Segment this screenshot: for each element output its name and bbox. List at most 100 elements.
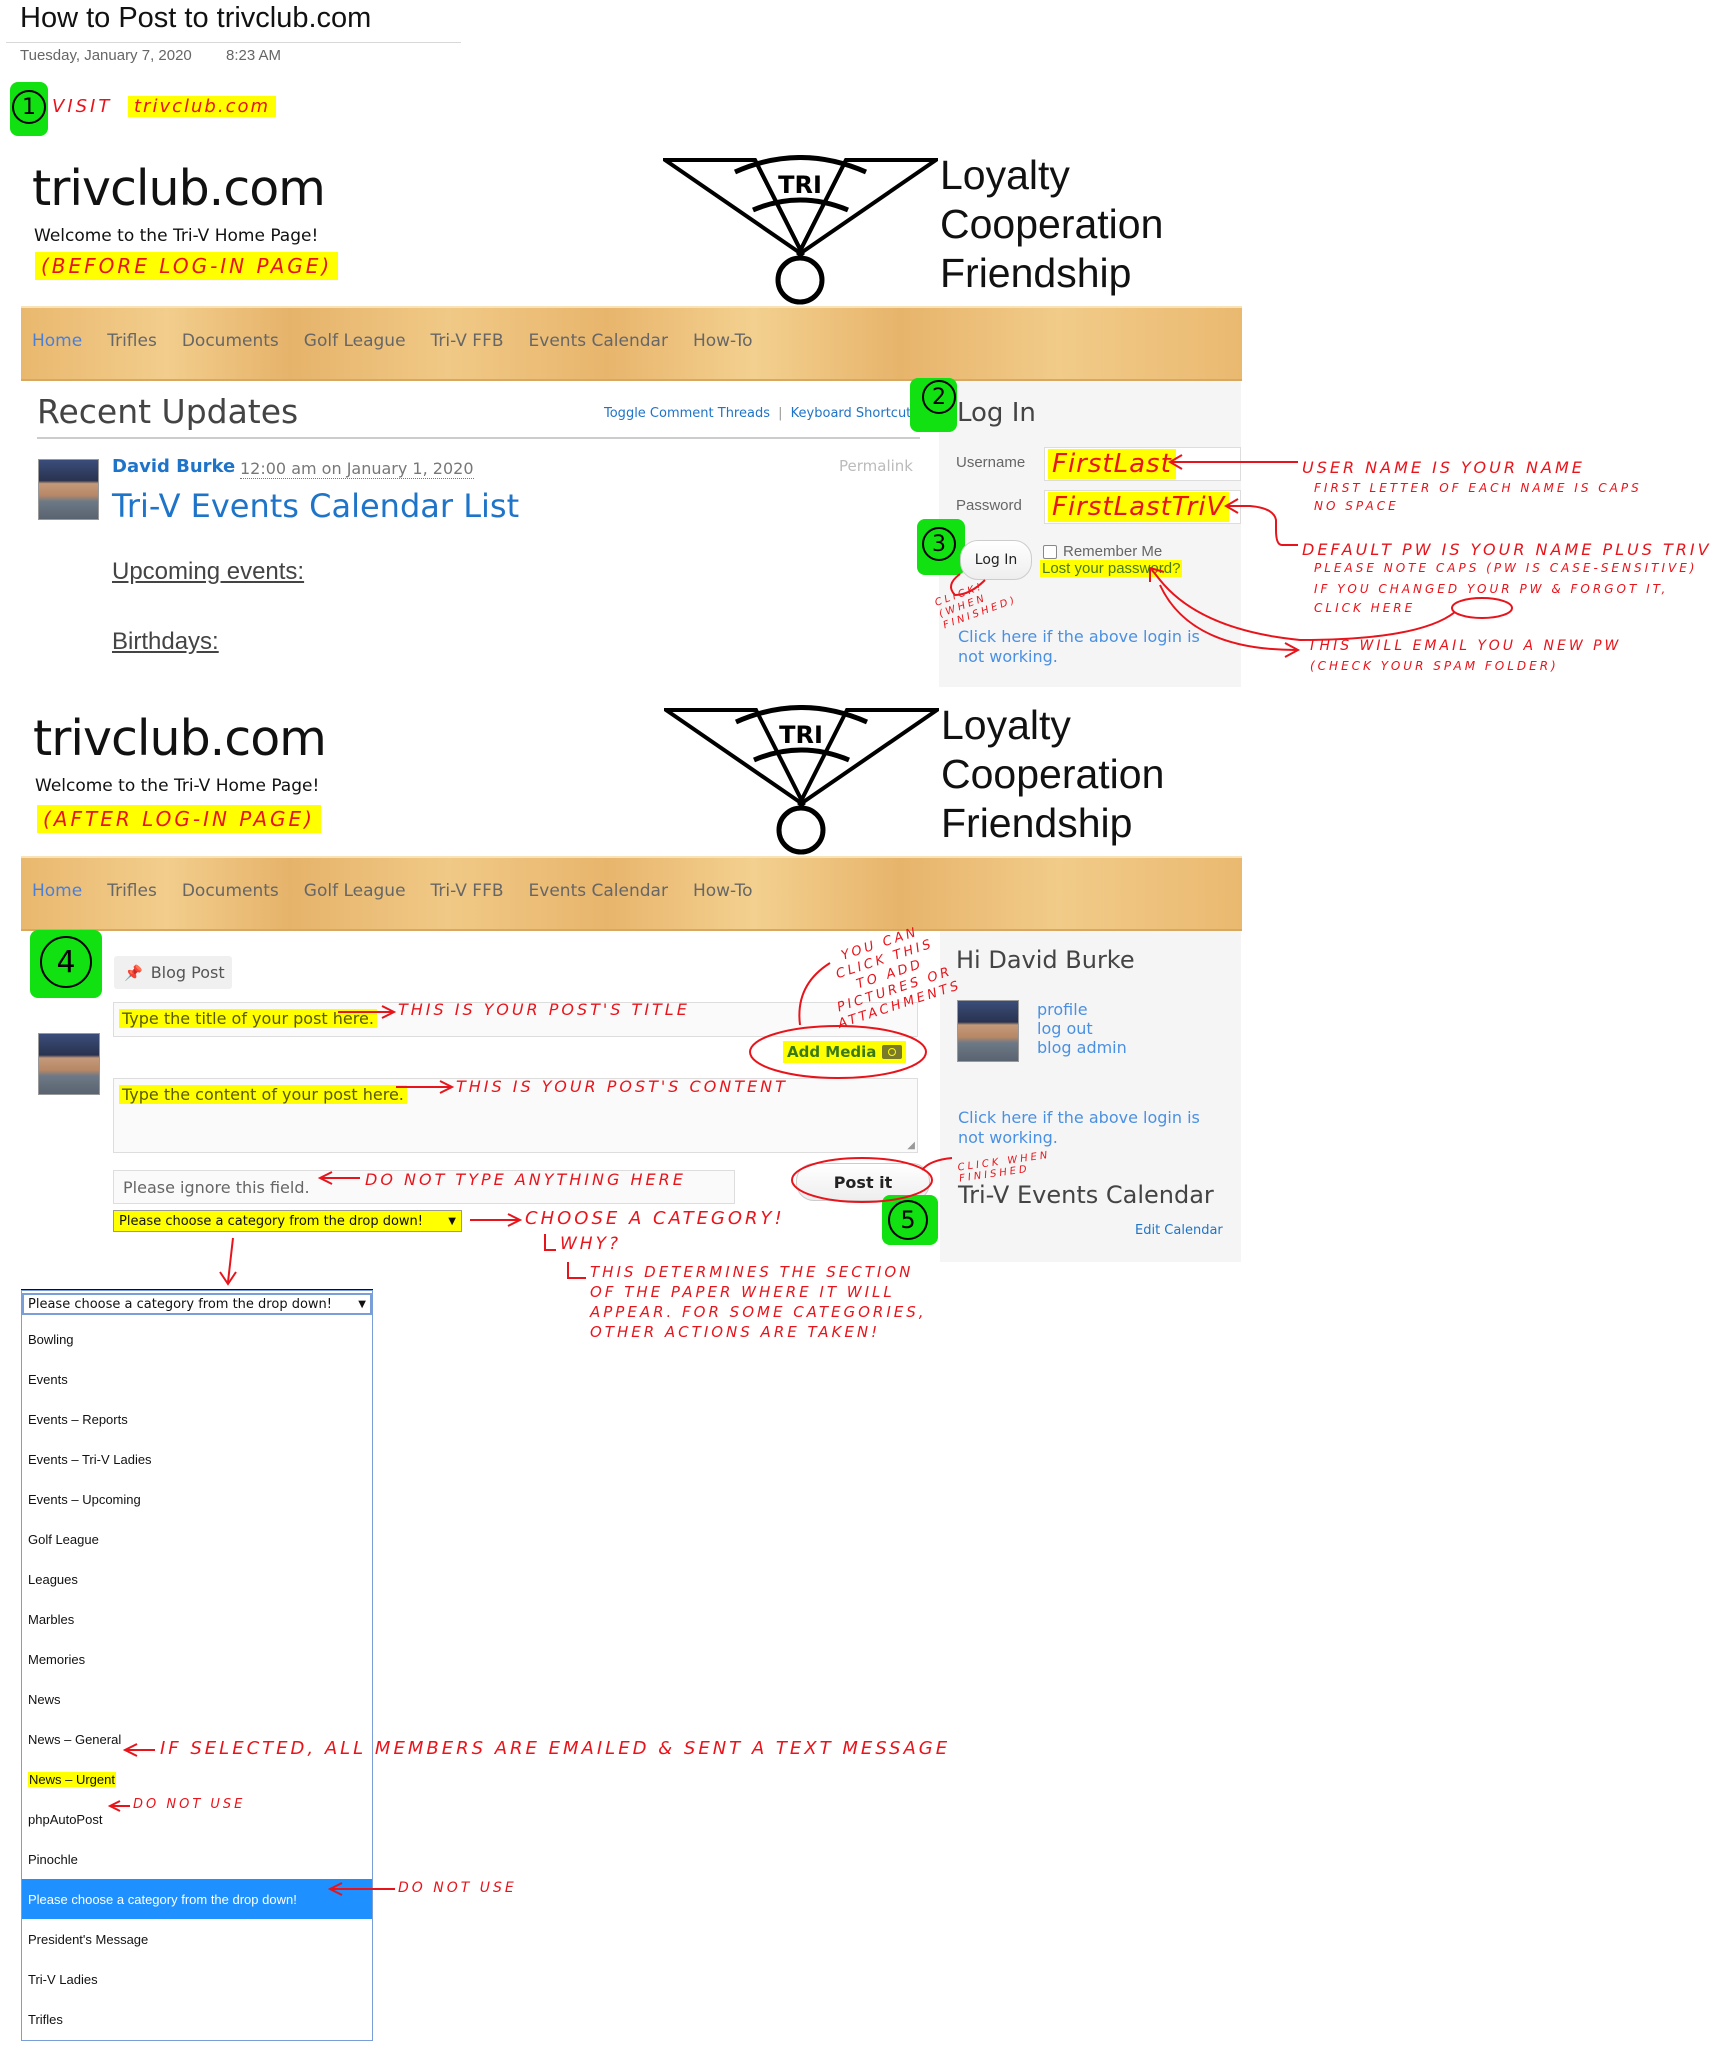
category-option[interactable]: Marbles [22,1599,372,1639]
motto-list-after: Loyalty Cooperation Friendship [941,701,1164,848]
pushpin-icon: 📌 [124,963,143,982]
camera-icon [882,1045,903,1059]
category-option-label: Memories [28,1651,86,1667]
nav-events-calendar[interactable]: Events Calendar [529,331,668,351]
category-option[interactable]: Pinochle [22,1839,372,1879]
category-option[interactable]: Events – Upcoming [22,1479,372,1519]
post-timestamp[interactable]: 12:00 am on January 1, 2020 [240,459,474,479]
nav-items: Home Trifles Documents Golf League Tri-V… [32,881,778,901]
post-author[interactable]: David Burke [112,456,235,477]
tri-v-logo: TRI [664,705,939,855]
username-value: FirstLast [1048,449,1176,479]
motto-cooperation: Cooperation [941,751,1165,797]
category-option[interactable]: Trifles [22,1999,372,2039]
recent-updates-heading: Recent Updates [37,392,299,431]
category-annotation: Choose a category! [525,1208,785,1229]
category-dropdown-header[interactable]: Please choose a category from the drop d… [22,1293,372,1315]
nav-how-to[interactable]: How-To [693,881,753,901]
after-login-label: (After Log-In Page) [37,805,321,833]
category-option-label: Trifles [28,2011,63,2027]
login-help-link-after[interactable]: Click here if the above login is not wor… [958,1108,1228,1148]
recent-updates-divider [37,437,920,439]
post-title[interactable]: Tri-V Events Calendar List [112,487,519,525]
nav-tri-v-ffb[interactable]: Tri-V FFB [431,881,504,901]
before-login-label: (Before Log-In Page) [35,252,339,280]
autopost-annotation: Do not use [133,1797,246,1812]
remember-me-checkbox[interactable] [1043,544,1057,559]
username-annotation-space: No space [1314,499,1399,513]
category-option[interactable]: Events – Reports [22,1399,372,1439]
edit-calendar-link[interactable]: Edit Calendar [1135,1223,1223,1238]
resize-handle-icon[interactable]: ◢ [907,1140,915,1151]
category-dropdown-list[interactable]: Please choose a category from the drop d… [21,1290,373,2041]
nav-home[interactable]: Home [32,331,82,351]
category-option-label: Bowling [28,1331,74,1347]
category-option[interactable]: President's Message [22,1919,372,1959]
dropdown-arrow-icon: ▼ [358,1298,366,1310]
category-option[interactable]: News [22,1679,372,1719]
remember-me[interactable]: Remember Me [1043,543,1162,560]
nav-documents[interactable]: Documents [182,331,279,351]
category-option[interactable]: News – Urgent [22,1759,372,1799]
category-option[interactable]: Bowling [22,1319,372,1359]
category-select[interactable]: Please choose a category from the drop d… [113,1210,462,1232]
category-option[interactable]: Leagues [22,1559,372,1599]
login-help-link[interactable]: Click here if the above login is not wor… [958,627,1228,667]
category-option[interactable]: Please choose a category from the drop d… [22,1879,372,1919]
category-option[interactable]: Golf League [22,1519,372,1559]
add-media-button[interactable]: Add Media [783,1041,907,1063]
motto-list: Loyalty Cooperation Friendship [940,151,1163,298]
password-input[interactable]: FirstLastTriV [1044,490,1241,524]
blog-post-tab-label: Blog Post [150,963,225,982]
note-date: Tuesday, January 7, 2020 [20,47,192,64]
reset-arrowhead [1284,642,1301,658]
keyboard-shortcuts-link[interactable]: Keyboard Shortcuts [791,406,918,421]
username-input[interactable]: FirstLast [1044,447,1241,481]
category-option[interactable]: Events [22,1359,372,1399]
category-option[interactable]: Events – Tri-V Ladies [22,1439,372,1479]
logout-link[interactable]: log out [1037,1019,1127,1038]
author-avatar[interactable] [38,459,99,520]
motto-loyalty: Loyalty [941,702,1071,748]
password-annotation-caps: Please note caps (PW is case-sensitive) [1314,561,1698,575]
password-label: Password [956,497,1022,514]
profile-link[interactable]: profile [1037,1000,1127,1019]
lost-password-link[interactable]: Lost your password? [1040,560,1183,577]
nav-documents[interactable]: Documents [182,881,279,901]
toggle-comment-threads-link[interactable]: Toggle Comment Threads [604,406,770,421]
note-time: 8:23 AM [226,47,282,64]
nav-home[interactable]: Home [32,881,82,901]
category-why-annotation: Why? [560,1234,621,1254]
nav-tri-v-ffb[interactable]: Tri-V FFB [431,331,504,351]
category-option-label: Marbles [28,1611,75,1627]
category-option-label: Events [28,1371,68,1387]
step-1-marker: 1 [12,90,46,124]
category-option[interactable]: Memories [22,1639,372,1679]
nav-how-to[interactable]: How-To [693,331,753,351]
nav-trifles[interactable]: Trifles [107,331,157,351]
nav-golf-league[interactable]: Golf League [304,881,406,901]
category-option-label: phpAutoPost [28,1811,103,1827]
main-nav-after: Home Trifles Documents Golf League Tri-V… [21,856,1242,931]
category-option-label: Events – Upcoming [28,1491,141,1507]
birthdays-heading: Birthdays: [112,628,219,655]
blog-post-tab[interactable]: 📌 Blog Post [114,956,232,989]
nav-golf-league[interactable]: Golf League [304,331,406,351]
link-separator: | [778,406,783,421]
login-button[interactable]: Log In [960,540,1032,580]
motto-cooperation: Cooperation [940,201,1164,247]
blog-admin-link[interactable]: blog admin [1037,1038,1127,1057]
nav-events-calendar[interactable]: Events Calendar [529,881,668,901]
category-option[interactable]: Tri-V Ladies [22,1959,372,1999]
visit-annotation: Visit [52,96,113,117]
permalink-link[interactable]: Permalink [839,457,913,475]
site-title-after[interactable]: trivclub.com [33,710,327,767]
nav-trifles[interactable]: Trifles [107,881,157,901]
user-panel-avatar [957,1000,1019,1062]
site-title[interactable]: trivclub.com [32,160,326,217]
remember-me-label: Remember Me [1063,543,1163,560]
category-option-label: Events – Reports [28,1411,128,1427]
why-arrow [544,1234,556,1251]
category-option-label: News – General [28,1731,122,1747]
motto-friendship: Friendship [941,800,1133,846]
